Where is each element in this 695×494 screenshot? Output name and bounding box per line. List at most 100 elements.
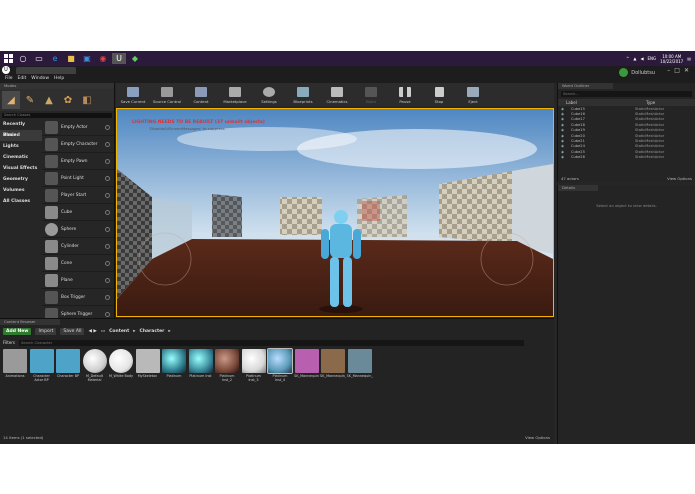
asset-tile[interactable]: Platinum Inst_4 [267, 348, 293, 382]
pause-button[interactable]: Pause [388, 87, 422, 104]
asset-tile[interactable]: SK_Mannequin [294, 349, 320, 382]
list-item[interactable]: Sphere [42, 221, 114, 238]
maximize-icon[interactable]: □ [674, 67, 684, 74]
list-item[interactable]: Box Trigger [42, 289, 114, 306]
content-button[interactable]: Content [184, 87, 218, 104]
category-recently-placed[interactable]: Recently Placed [0, 119, 42, 138]
app-icon[interactable]: ◉ [96, 53, 110, 64]
user-name: Dollubtsu [631, 69, 655, 76]
app2-icon[interactable]: ◆ [128, 53, 142, 64]
menu-window[interactable]: Window [31, 76, 49, 81]
list-item[interactable]: Empty Character [42, 136, 114, 153]
list-item[interactable]: Plane [42, 272, 114, 289]
view-options-button[interactable]: View Options [525, 435, 550, 440]
save-all-button[interactable]: Save All [60, 328, 85, 335]
list-item[interactable]: Cube [42, 204, 114, 221]
asset-tile[interactable]: M_White Body [108, 349, 134, 382]
landscape-mode-icon[interactable]: ▲ [40, 91, 58, 109]
chevron-right-icon: ▸ [168, 329, 171, 334]
store-icon[interactable]: ▣ [80, 53, 94, 64]
tray-arrow-icon[interactable]: ^ [626, 56, 629, 61]
asset-tile[interactable]: MySkeleton [135, 349, 161, 382]
blueprints-button[interactable]: Blueprints [286, 87, 320, 104]
asset-tile[interactable]: SK_Mannequin_Skeleton [347, 349, 373, 382]
build-button[interactable]: Build [354, 87, 388, 104]
blueprints-icon [297, 87, 309, 97]
path-content[interactable]: Content [109, 329, 129, 334]
asset-tile[interactable]: Platinum Inst_2 [214, 349, 240, 382]
marketplace-icon [229, 87, 241, 97]
asset-name: Character Actor BP [33, 374, 50, 382]
empty-actor-icon [45, 120, 58, 134]
row-type: StaticMeshActor [635, 155, 665, 160]
category-all-classes[interactable]: All Classes [0, 196, 42, 207]
menu-help[interactable]: Help [54, 76, 64, 81]
category-basic[interactable]: Basic [0, 130, 42, 141]
marketplace-button[interactable]: Marketplace [218, 87, 252, 104]
world-outliner-tab[interactable]: World Outliner [558, 83, 613, 89]
level-viewport[interactable]: LIGHTING NEEDS TO BE REBUILT (37 unbuilt… [116, 108, 554, 317]
add-new-button[interactable]: Add New [3, 328, 32, 335]
task-view-icon[interactable]: ▭ [32, 53, 46, 64]
filters-button[interactable]: Filters [3, 340, 15, 345]
asset-tile[interactable]: Platinum Inst [188, 349, 214, 382]
foliage-mode-icon[interactable]: ✿ [59, 91, 77, 109]
asset-tile[interactable]: Character Actor BP [29, 349, 55, 382]
asset-tile[interactable]: Platinum Inst_3 [241, 349, 267, 382]
col-type[interactable]: Type [646, 100, 655, 105]
back-arrow-icon[interactable]: ◀ ▶ [88, 329, 96, 334]
clock[interactable]: 10:00 AM 10/22/2017 [660, 54, 683, 64]
category-lights[interactable]: Lights [0, 141, 42, 152]
paint-mode-icon[interactable]: ✎ [21, 91, 39, 109]
outliner-view-options[interactable]: View Options [667, 176, 692, 181]
modes-search-input[interactable]: Search Classes [2, 113, 112, 118]
notifications-icon[interactable]: ▤ [687, 56, 691, 61]
save-current-button[interactable]: Save Current [116, 87, 150, 104]
asset-name: Platinum Inst_4 [272, 374, 288, 382]
source-control-button[interactable]: Source Control [150, 87, 184, 104]
asset-tile[interactable]: Platinum [161, 349, 187, 382]
path-character[interactable]: Character [140, 329, 165, 334]
folder-icon[interactable]: ■ [64, 53, 78, 64]
import-button[interactable]: Import [35, 328, 57, 335]
asset-search-input[interactable]: Search Character [19, 339, 524, 346]
stop-button[interactable]: Stop [422, 87, 456, 104]
asset-tile[interactable]: M_Default Material [82, 349, 108, 382]
network-icon[interactable]: ▲ [633, 56, 636, 61]
col-label[interactable]: Label [566, 100, 646, 105]
list-item[interactable]: Cone [42, 255, 114, 272]
level-tab[interactable] [16, 66, 76, 74]
table-row[interactable]: ◉ Cube26 StaticMeshActor [558, 155, 695, 160]
windows-start-icon[interactable] [4, 54, 14, 63]
volume-icon[interactable]: ◀ [640, 56, 643, 61]
outliner-search-input[interactable]: Search... [561, 91, 692, 97]
cinematics-button[interactable]: Cinematics [320, 87, 354, 104]
list-item[interactable]: Empty Pawn [42, 153, 114, 170]
window-controls: –□✕ [667, 67, 693, 74]
asset-tile[interactable]: SK_Mannequin_PhysicsAsset [320, 349, 346, 382]
place-mode-icon[interactable]: ◢ [2, 91, 20, 109]
cortana-icon[interactable]: ○ [16, 53, 30, 64]
edge-icon[interactable]: e [48, 53, 62, 64]
asset-tile[interactable]: Animations [2, 349, 28, 382]
category-visual-effects[interactable]: Visual Effects [0, 163, 42, 174]
details-tab[interactable]: Details [558, 185, 598, 191]
settings-button[interactable]: Settings [252, 87, 286, 104]
user-badge[interactable]: Dollubtsu [619, 68, 655, 77]
asset-tile[interactable]: Character BP [55, 349, 81, 382]
category-volumes[interactable]: Volumes [0, 185, 42, 196]
eject-button[interactable]: Eject [456, 87, 490, 104]
details-empty-message: Select an object to view details. [596, 203, 657, 208]
list-item[interactable]: Empty Actor [42, 119, 114, 136]
list-item[interactable]: Player Start [42, 187, 114, 204]
category-cinematic[interactable]: Cinematic [0, 152, 42, 163]
category-geometry[interactable]: Geometry [0, 174, 42, 185]
menu-file[interactable]: File [5, 76, 13, 81]
geometry-mode-icon[interactable]: ◧ [78, 91, 96, 109]
unreal-taskbar-icon[interactable]: U [112, 53, 126, 64]
list-item[interactable]: Point Light [42, 170, 114, 187]
close-icon[interactable]: ✕ [684, 67, 693, 74]
language-indicator[interactable]: ENG [648, 56, 657, 61]
menu-edit[interactable]: Edit [18, 76, 27, 81]
list-item[interactable]: Cylinder [42, 238, 114, 255]
